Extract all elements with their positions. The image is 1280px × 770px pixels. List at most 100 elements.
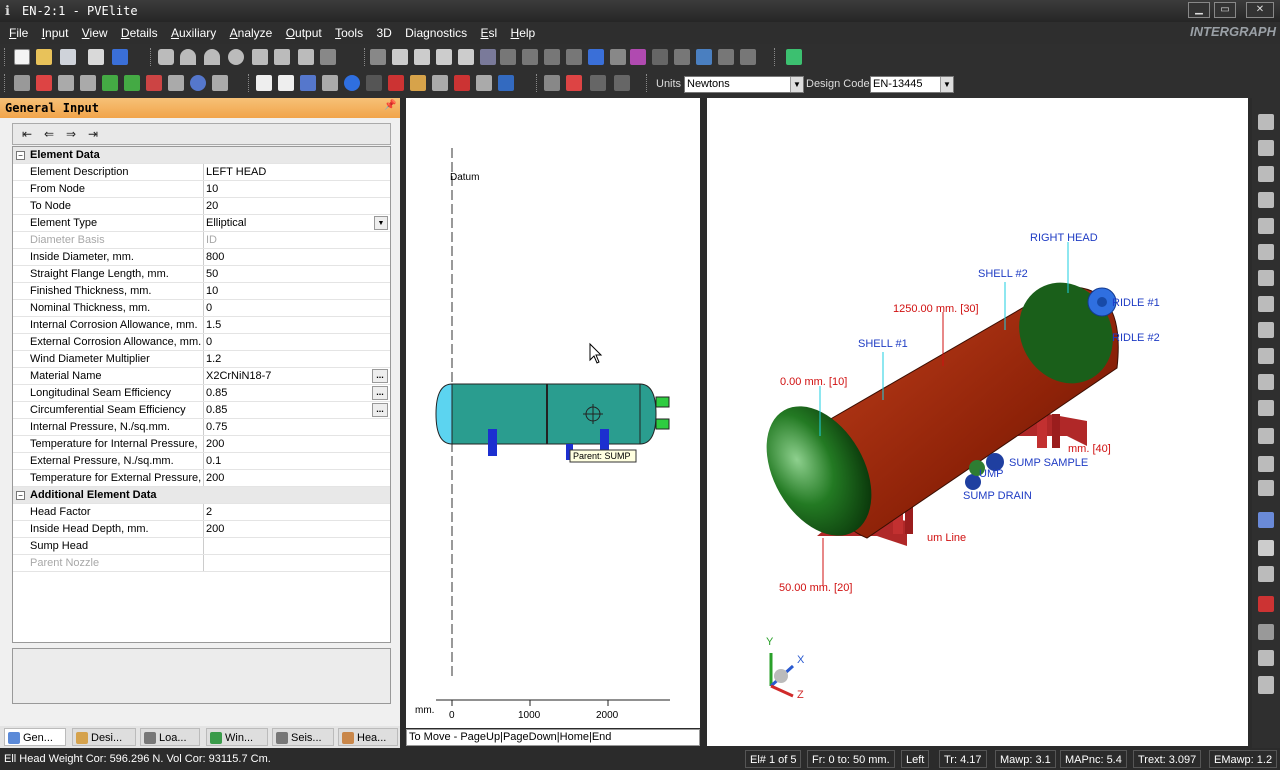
- welded-flat-icon[interactable]: [274, 49, 290, 65]
- arrange-icon[interactable]: [436, 49, 452, 65]
- insulation-icon[interactable]: [674, 49, 690, 65]
- wind-multiplier-field[interactable]: 1.2: [203, 351, 390, 367]
- menu-diagnostics[interactable]: Diagnostics: [400, 22, 472, 44]
- close-button[interactable]: ✕: [1246, 2, 1274, 18]
- delete-icon[interactable]: [480, 49, 496, 65]
- browse-material-button[interactable]: ...: [372, 369, 388, 383]
- group-element-data[interactable]: − Element Data: [13, 147, 390, 164]
- property-row[interactable]: Finished Thickness, mm. 10: [13, 283, 390, 300]
- property-row[interactable]: Inside Diameter, mm. 800: [13, 249, 390, 266]
- globe-icon[interactable]: [190, 75, 206, 91]
- calc-icon[interactable]: [58, 75, 74, 91]
- iso-view-4-icon[interactable]: [1258, 348, 1274, 364]
- internal-corrosion-field[interactable]: 1.5: [203, 317, 390, 333]
- property-row[interactable]: Element Type Elliptical ▼: [13, 215, 390, 232]
- cylinder-view-icon[interactable]: [1258, 624, 1274, 640]
- 3d-model-view[interactable]: RIGHT HEAD SHELL #2 1250.00 mm. [30] SHE…: [707, 98, 1248, 746]
- rotate-icon[interactable]: [1258, 428, 1274, 444]
- property-row[interactable]: From Node 10: [13, 181, 390, 198]
- lining-icon[interactable]: [630, 49, 646, 65]
- fluid-icon[interactable]: [696, 49, 712, 65]
- halfpipe-icon[interactable]: [652, 49, 668, 65]
- sump-head-field[interactable]: [203, 538, 390, 554]
- weight-icon[interactable]: [544, 49, 560, 65]
- finished-thickness-field[interactable]: 10: [203, 283, 390, 299]
- right-head[interactable]: [639, 383, 657, 445]
- property-row[interactable]: External Corrosion Allowance, mm. 0: [13, 334, 390, 351]
- menu-help[interactable]: Help: [506, 22, 541, 44]
- split-icon[interactable]: [370, 49, 386, 65]
- conical-icon[interactable]: [252, 49, 268, 65]
- undo-view-icon[interactable]: [1258, 678, 1274, 694]
- zoom-minus-icon[interactable]: [1258, 480, 1274, 496]
- zoom-out-icon[interactable]: [1258, 400, 1274, 416]
- leg-icon[interactable]: [740, 49, 756, 65]
- spherical-head-icon[interactable]: [228, 49, 244, 65]
- view-right-icon[interactable]: [1258, 244, 1274, 260]
- fit-icon[interactable]: [1258, 512, 1274, 528]
- import-icon[interactable]: [432, 75, 448, 91]
- menu-analyze[interactable]: Analyze: [225, 22, 278, 44]
- cylinder-icon[interactable]: [158, 49, 174, 65]
- snapshot-icon[interactable]: [1258, 566, 1274, 582]
- nominal-thickness-field[interactable]: 0: [203, 300, 390, 316]
- element-type-select[interactable]: Elliptical: [203, 215, 390, 231]
- output-icon[interactable]: [322, 75, 338, 91]
- pdf-icon[interactable]: [388, 75, 404, 91]
- property-row[interactable]: Head Factor 2: [13, 504, 390, 521]
- external-temp-field[interactable]: 200: [203, 470, 390, 486]
- zoom-in-icon[interactable]: [1258, 374, 1274, 390]
- clear-icon[interactable]: [566, 75, 582, 91]
- element-description-field[interactable]: LEFT HEAD: [203, 164, 390, 180]
- run-icon[interactable]: [498, 75, 514, 91]
- open-file-icon[interactable]: [36, 49, 52, 65]
- new-file-icon[interactable]: [14, 49, 30, 65]
- elevation-view[interactable]: Datum Parent: SUMP mm. 0 1000 2000: [406, 98, 700, 728]
- sphere-icon[interactable]: [344, 75, 360, 91]
- circ-seam-field[interactable]: 0.85: [203, 402, 390, 418]
- property-row[interactable]: Longitudinal Seam Efficiency 0.85...: [13, 385, 390, 402]
- tab-heat[interactable]: Hea...: [338, 728, 398, 746]
- to-node-field[interactable]: 20: [203, 198, 390, 214]
- link-icon[interactable]: [614, 75, 630, 91]
- view-bottom-icon[interactable]: [1258, 192, 1274, 208]
- units-select[interactable]: Newtons ▼: [684, 76, 804, 93]
- nozzle-icon[interactable]: [500, 49, 516, 65]
- zoom-icon[interactable]: [168, 75, 184, 91]
- property-row[interactable]: Internal Corrosion Allowance, mm. 1.5: [13, 317, 390, 334]
- property-row[interactable]: Internal Pressure, N./sq.mm. 0.75: [13, 419, 390, 436]
- property-row[interactable]: Temperature for External Pressure, 200: [13, 470, 390, 487]
- head-factor-field[interactable]: 2: [203, 504, 390, 520]
- property-row[interactable]: Circumferential Seam Efficiency 0.85...: [13, 402, 390, 419]
- property-row[interactable]: Inside Head Depth, mm. 200: [13, 521, 390, 538]
- archive-icon[interactable]: [454, 75, 470, 91]
- tab-seismic[interactable]: Seis...: [272, 728, 334, 746]
- view-front-icon[interactable]: [1258, 114, 1274, 130]
- pin-icon[interactable]: 📌: [384, 100, 396, 111]
- collapse-icon[interactable]: −: [16, 151, 25, 160]
- view-top-icon[interactable]: [1258, 166, 1274, 182]
- property-row[interactable]: To Node 20: [13, 198, 390, 215]
- db-icon[interactable]: [476, 75, 492, 91]
- list-icon[interactable]: [124, 75, 140, 91]
- property-row[interactable]: External Pressure, N./sq.mm. 0.1: [13, 453, 390, 470]
- report-icon[interactable]: [278, 75, 294, 91]
- menu-input[interactable]: Input: [37, 22, 74, 44]
- pencil-icon[interactable]: [212, 75, 228, 91]
- property-row[interactable]: Nominal Thickness, mm. 0: [13, 300, 390, 317]
- last-element-icon[interactable]: ⇥: [85, 127, 101, 141]
- long-seam-field[interactable]: 0.85: [203, 385, 390, 401]
- tab-general[interactable]: Gen...: [4, 728, 66, 746]
- property-row[interactable]: Temperature for Internal Pressure, 200: [13, 436, 390, 453]
- view-left-icon[interactable]: [1258, 218, 1274, 234]
- internal-pressure-field[interactable]: 0.75: [203, 419, 390, 435]
- export-icon[interactable]: [410, 75, 426, 91]
- tab-loads[interactable]: Loa...: [140, 728, 200, 746]
- property-row[interactable]: Material Name X2CrNiN18-7...: [13, 368, 390, 385]
- section-icon[interactable]: [1258, 596, 1274, 612]
- view-back-icon[interactable]: [1258, 140, 1274, 156]
- page-icon[interactable]: [256, 75, 272, 91]
- menu-esl[interactable]: Esl: [476, 22, 503, 44]
- head-depth-field[interactable]: 200: [203, 521, 390, 537]
- from-node-field[interactable]: 10: [203, 181, 390, 197]
